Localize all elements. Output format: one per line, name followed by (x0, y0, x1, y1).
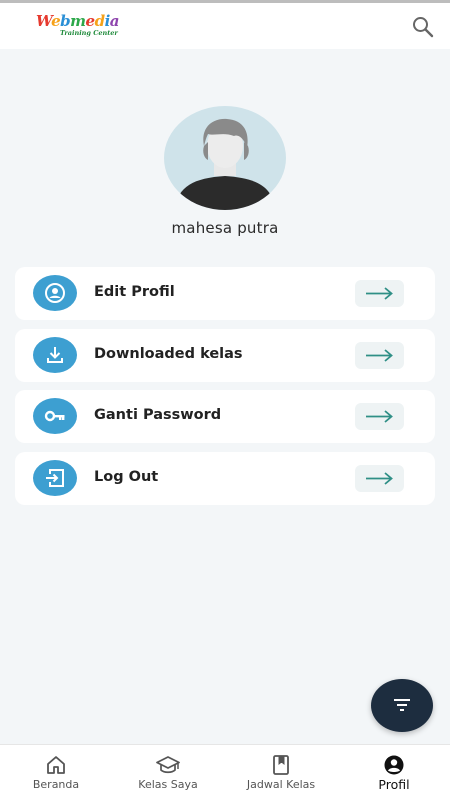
key-icon (33, 398, 77, 434)
nav-label: Jadwal Kelas (246, 778, 316, 791)
filter-icon (394, 699, 410, 711)
nav-item-kelas-saya[interactable]: Kelas Saya (112, 745, 224, 800)
filter-fab-button[interactable] (371, 679, 433, 732)
arrow-right-icon[interactable] (355, 465, 404, 492)
account-circle-icon (33, 275, 77, 311)
logo-subtitle: Training Center (60, 29, 118, 37)
profile-avatar[interactable] (164, 106, 286, 210)
menu-item-label: Edit Profil (94, 284, 175, 300)
menu-item-downloaded-kelas[interactable]: Downloaded kelas (15, 329, 435, 382)
account-circle-icon (384, 755, 404, 775)
menu-item-ganti-password[interactable]: Ganti Password (15, 390, 435, 443)
arrow-right-icon[interactable] (355, 280, 404, 307)
menu-item-edit-profil[interactable]: Edit Profil (15, 267, 435, 320)
nav-item-profil[interactable]: Profil (338, 745, 450, 800)
home-icon (47, 756, 65, 774)
app-logo[interactable]: Webmedia Training Center (36, 12, 128, 42)
graduation-cap-icon (156, 756, 180, 774)
arrow-right-icon[interactable] (355, 342, 404, 369)
logout-icon (33, 460, 77, 496)
logo-text: Webmedia (36, 12, 120, 30)
nav-label: Kelas Saya (138, 778, 198, 791)
menu-item-label: Ganti Password (94, 407, 222, 423)
menu-item-log-out[interactable]: Log Out (15, 452, 435, 505)
bottom-navigation: Beranda Kelas Saya Jadwal Kelas Profil (0, 744, 450, 800)
menu-item-label: Downloaded kelas (94, 346, 243, 362)
app-header: Webmedia Training Center (0, 3, 450, 49)
nav-label: Beranda (32, 778, 80, 791)
book-icon (273, 755, 289, 775)
menu-item-label: Log Out (94, 469, 159, 485)
download-icon (33, 337, 77, 373)
nav-item-jadwal-kelas[interactable]: Jadwal Kelas (225, 745, 337, 800)
search-icon[interactable] (410, 14, 436, 40)
nav-item-beranda[interactable]: Beranda (0, 745, 112, 800)
arrow-right-icon[interactable] (355, 403, 404, 430)
nav-label: Profil (378, 777, 410, 792)
profile-name: mahesa putra (171, 219, 279, 237)
